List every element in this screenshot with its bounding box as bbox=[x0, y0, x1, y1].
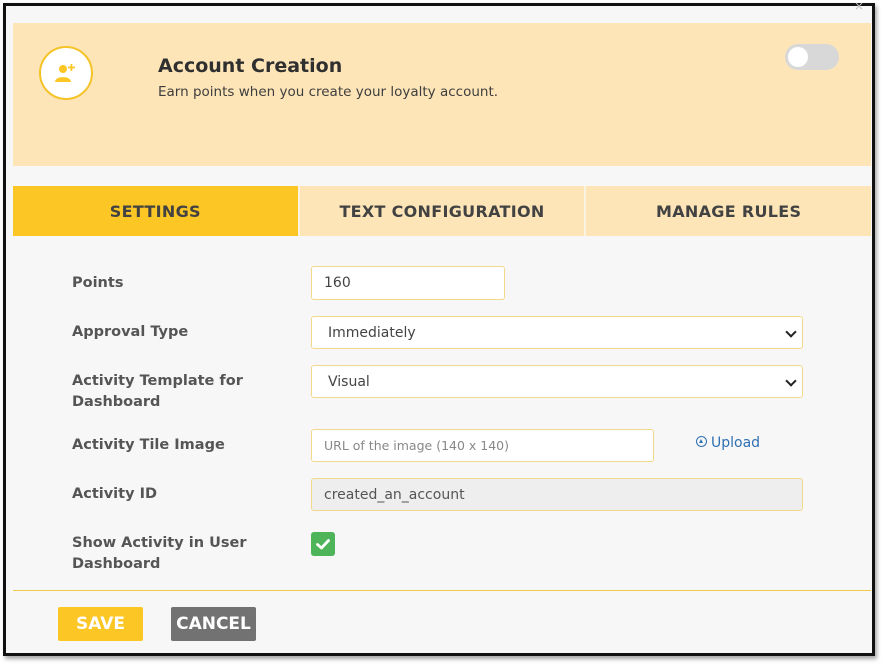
show-in-dashboard-label: Show Activity in User Dashboard bbox=[72, 533, 246, 575]
show-in-dashboard-label-line1: Show Activity in User bbox=[72, 535, 247, 551]
activity-template-select[interactable]: Visual bbox=[311, 365, 803, 398]
approval-type-label: Approval Type bbox=[72, 324, 189, 340]
show-in-dashboard-checkbox[interactable] bbox=[311, 532, 335, 556]
activity-header: Account Creation Earn points when you cr… bbox=[13, 23, 871, 166]
close-icon[interactable]: × bbox=[854, 0, 864, 12]
tile-image-url-input[interactable]: URL of the image (140 x 140) bbox=[311, 429, 654, 462]
page-subtitle: Earn points when you create your loyalty… bbox=[158, 84, 499, 100]
tab-text-configuration[interactable]: TEXT CONFIGURATION bbox=[297, 186, 585, 236]
tab-bar: SETTINGS TEXT CONFIGURATION MANAGE RULES bbox=[13, 186, 872, 236]
tab-settings[interactable]: SETTINGS bbox=[13, 186, 298, 236]
activity-id-field: created_an_account bbox=[311, 478, 803, 511]
points-label: Points bbox=[72, 275, 124, 291]
points-input[interactable]: 160 bbox=[311, 266, 505, 300]
footer-divider bbox=[13, 590, 871, 591]
show-in-dashboard-label-line2: Dashboard bbox=[72, 556, 161, 572]
tile-image-placeholder: URL of the image (140 x 140) bbox=[324, 438, 510, 453]
upload-label: Upload bbox=[711, 435, 761, 451]
approval-type-value: Immediately bbox=[328, 324, 416, 341]
tab-manage-rules[interactable]: MANAGE RULES bbox=[584, 186, 872, 236]
toggle-knob bbox=[788, 47, 808, 67]
activity-id-label: Activity ID bbox=[72, 486, 158, 502]
add-user-icon bbox=[39, 46, 93, 100]
activity-template-value: Visual bbox=[328, 373, 370, 390]
activity-template-label-line1: Activity Template for bbox=[72, 373, 243, 389]
check-icon bbox=[316, 539, 330, 550]
page-title: Account Creation bbox=[158, 55, 343, 77]
activity-template-label: Activity Template for Dashboard bbox=[72, 371, 243, 413]
activity-template-label-line2: Dashboard bbox=[72, 394, 161, 410]
upload-link[interactable]: Upload bbox=[696, 435, 760, 451]
upload-icon bbox=[696, 436, 707, 447]
modal-dialog: × Account Creation Earn points when you … bbox=[3, 0, 875, 656]
activity-toggle[interactable] bbox=[785, 44, 839, 70]
tile-image-label: Activity Tile Image bbox=[72, 437, 225, 453]
approval-type-select[interactable]: Immediately bbox=[311, 316, 803, 349]
cancel-button[interactable]: CANCEL bbox=[171, 607, 256, 641]
save-button[interactable]: SAVE bbox=[58, 607, 143, 641]
